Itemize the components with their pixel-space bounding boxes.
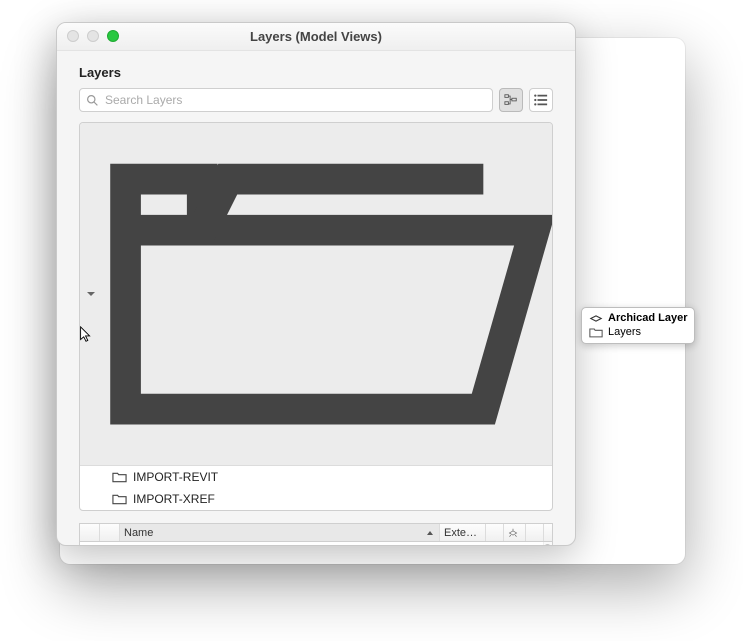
col-element[interactable] bbox=[100, 524, 120, 541]
layers-table: Name Exte… IMPORT-REVIT-IMPORT-XREF1Arch… bbox=[79, 523, 553, 546]
col-name[interactable]: Name bbox=[120, 524, 440, 541]
tree-root[interactable]: Layers bbox=[80, 123, 552, 466]
table-header: Name Exte… bbox=[80, 524, 552, 542]
folder-open-icon bbox=[100, 128, 553, 460]
name-cell[interactable]: IMPORT-REVIT bbox=[120, 545, 440, 546]
tree-item[interactable]: IMPORT-REVIT bbox=[80, 466, 552, 488]
view-tree-button[interactable] bbox=[499, 88, 523, 112]
view-list-button[interactable] bbox=[529, 88, 553, 112]
list-view-icon bbox=[534, 93, 548, 107]
section-label: Layers bbox=[57, 51, 575, 88]
tooltip: Archicad Layer Layers bbox=[581, 307, 695, 344]
window-controls bbox=[67, 30, 119, 42]
tree-item[interactable]: IMPORT-XREF bbox=[80, 488, 552, 510]
col-extension[interactable]: Exte… bbox=[440, 524, 486, 541]
col-spacer bbox=[544, 524, 552, 541]
sort-asc-icon bbox=[425, 528, 435, 538]
table-row[interactable]: IMPORT-REVIT- bbox=[80, 542, 552, 546]
titlebar: Layers (Model Views) bbox=[57, 23, 575, 51]
layers-dialog: Layers (Model Views) Layers Layers IMPOR… bbox=[56, 22, 576, 546]
folder-icon bbox=[112, 493, 127, 505]
tree-view-icon bbox=[504, 93, 518, 107]
mouse-cursor bbox=[79, 326, 93, 349]
zoom-window-button[interactable] bbox=[107, 30, 119, 42]
chevron-down-icon bbox=[86, 289, 96, 299]
tooltip-path: Layers bbox=[608, 326, 641, 338]
tree-item-label: IMPORT-XREF bbox=[133, 492, 215, 506]
search-field[interactable] bbox=[79, 88, 493, 112]
close-window-button[interactable] bbox=[67, 30, 79, 42]
table-body: IMPORT-REVIT-IMPORT-XREF1Archicad Layer1… bbox=[80, 542, 552, 546]
folder-tree: Layers IMPORT-REVIT IMPORT-XREF bbox=[79, 122, 553, 511]
folder-icon bbox=[112, 471, 127, 483]
tooltip-title: Archicad Layer bbox=[608, 312, 687, 324]
layer-icon bbox=[589, 313, 603, 324]
scrollbar[interactable] bbox=[543, 542, 552, 546]
scrollbar-thumb[interactable] bbox=[544, 544, 551, 546]
window-title: Layers (Model Views) bbox=[57, 29, 575, 44]
search-icon bbox=[86, 94, 99, 107]
col-wireframe[interactable] bbox=[504, 524, 526, 541]
col-visibility[interactable] bbox=[80, 524, 100, 541]
search-input[interactable] bbox=[105, 93, 486, 107]
tree-item-label: IMPORT-REVIT bbox=[133, 470, 218, 484]
col-lock[interactable] bbox=[486, 524, 504, 541]
layer-name: IMPORT-REVIT bbox=[143, 545, 228, 546]
layer-header-icon bbox=[508, 528, 518, 538]
folder-icon bbox=[589, 327, 603, 338]
minimize-window-button[interactable] bbox=[87, 30, 99, 42]
col-intersection[interactable] bbox=[526, 524, 544, 541]
